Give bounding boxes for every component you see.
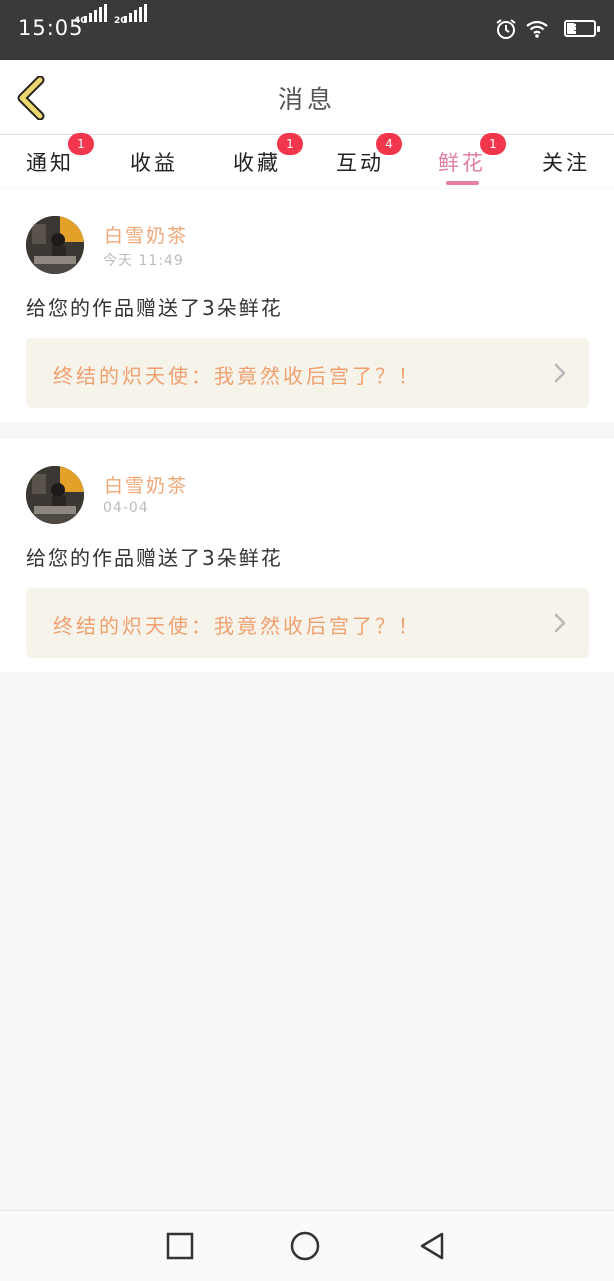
avatar-image [26, 466, 84, 524]
work-link[interactable]: 终结的炽天使：我竟然收后宫了？！ [26, 338, 589, 408]
battery-level-text: 36 [573, 21, 587, 34]
tab-badge: 1 [277, 133, 303, 155]
work-link[interactable]: 终结的炽天使：我竟然收后宫了？！ [26, 588, 589, 658]
flower-message-card: 白雪奶茶 今天 11:49 给您的作品赠送了3朵鲜花 终结的炽天使：我竟然收后宫… [0, 189, 614, 422]
tab-badge: 4 [376, 133, 402, 155]
flower-message-card: 白雪奶茶 04-04 给您的作品赠送了3朵鲜花 终结的炽天使：我竟然收后宫了？！ [0, 439, 614, 672]
status-bar: 15:05 4G 2G 36 [0, 0, 614, 60]
circle-icon[interactable] [290, 1231, 320, 1261]
tab-label: 收益 [130, 151, 178, 175]
system-nav-bar [0, 1210, 614, 1281]
square-icon[interactable] [165, 1231, 195, 1261]
tab-favorites[interactable]: 收藏 1 [233, 133, 303, 187]
page-title: 消息 [277, 85, 336, 114]
avatar[interactable] [26, 466, 84, 524]
avatar-image [26, 216, 84, 274]
signal-2g-icon: 2G [114, 4, 147, 42]
active-tab-indicator [446, 181, 479, 185]
tab-flowers[interactable]: 鲜花 1 [438, 133, 506, 187]
wifi-icon [526, 20, 548, 38]
avatar[interactable] [26, 216, 84, 274]
username[interactable]: 白雪奶茶 [104, 221, 188, 248]
alarm-icon [496, 19, 516, 39]
tab-label: 互动 [336, 151, 384, 175]
tab-label: 鲜花 [438, 151, 486, 175]
tab-badge: 1 [68, 133, 94, 155]
tab-notifications[interactable]: 通知 1 [26, 133, 94, 187]
chevron-right-icon [554, 613, 566, 633]
work-title: 终结的炽天使：我竟然收后宫了？！ [53, 364, 421, 388]
tab-earnings[interactable]: 收益 [130, 141, 190, 187]
work-title: 终结的炽天使：我竟然收后宫了？！ [53, 614, 421, 638]
tab-following[interactable]: 关注 [542, 141, 602, 187]
signal-4g-icon: 4G [74, 4, 107, 42]
tab-label: 收藏 [233, 151, 281, 175]
tab-label: 关注 [542, 151, 590, 175]
message-text: 给您的作品赠送了3朵鲜花 [26, 296, 283, 320]
tab-label: 通知 [26, 151, 74, 175]
triangle-back-icon[interactable] [418, 1231, 448, 1261]
battery-icon: 36 [556, 18, 600, 42]
message-time: 04-04 [103, 500, 149, 516]
tab-interactions[interactable]: 互动 4 [336, 133, 402, 187]
tab-bar: 通知 1 收益 收藏 1 互动 4 鲜花 1 关注 [0, 133, 614, 188]
battery-outline: 36 [564, 20, 600, 37]
username[interactable]: 白雪奶茶 [104, 471, 188, 498]
chevron-right-icon [554, 363, 566, 383]
message-time: 今天 11:49 [103, 253, 184, 269]
app-header: 消息 [0, 60, 614, 135]
tab-badge: 1 [480, 133, 506, 155]
message-text: 给您的作品赠送了3朵鲜花 [26, 546, 283, 570]
